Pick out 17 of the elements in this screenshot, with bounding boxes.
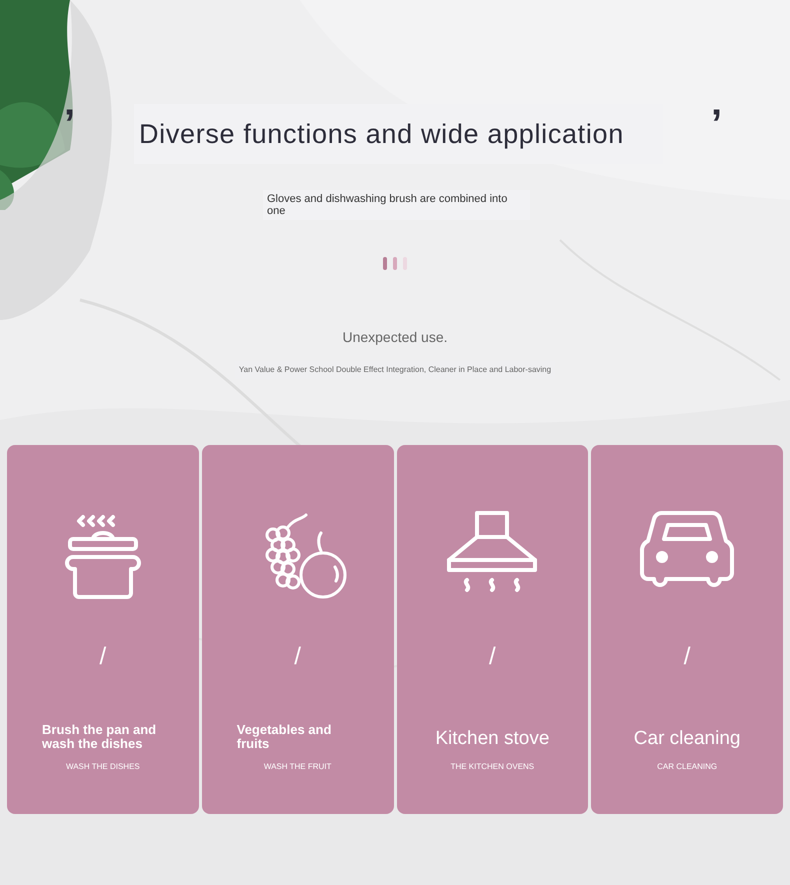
separator: / (489, 645, 496, 669)
card-title: Vegetables and fruits (236, 723, 332, 751)
bars-icon (383, 257, 407, 270)
card-title: Car cleaning (632, 727, 742, 751)
subtitle: Gloves and dishwashing brush are combined into one (263, 190, 530, 220)
separator: / (684, 645, 690, 669)
separator: / (294, 645, 301, 669)
card-caption: WASH THE DISHES (66, 761, 140, 773)
card-title: Brush the pan and wash the dishes (41, 723, 158, 751)
card-title: Kitchen stove (434, 727, 550, 751)
card-caption: WASH THE FRUIT (264, 761, 332, 773)
card-caption: THE KITCHEN OVENS (450, 761, 534, 773)
separator: / (100, 645, 106, 669)
quote-mark: ’ (711, 104, 722, 144)
tagline: Unexpected use. (342, 328, 448, 347)
quote-mark: ’ (63, 104, 76, 144)
card-caption: CAR CLEANING (657, 761, 718, 773)
